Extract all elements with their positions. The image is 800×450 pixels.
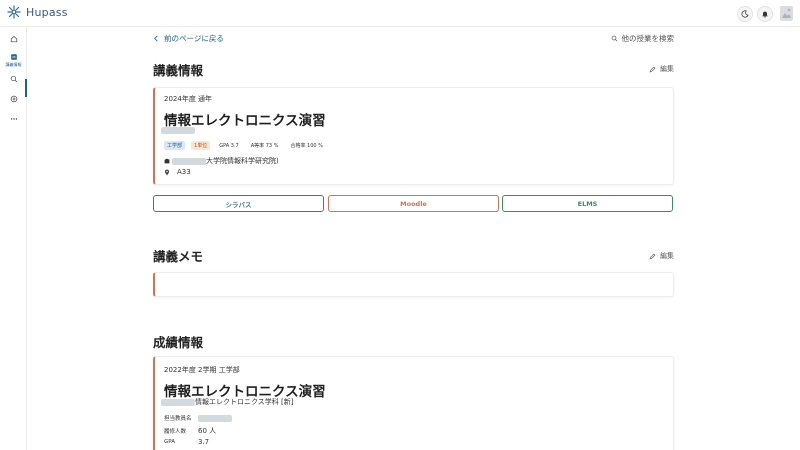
department-row: 大学院情報科学研究院) xyxy=(164,156,279,166)
grades-title: 成績情報 xyxy=(153,335,204,350)
grades-term: 2022年度 2学期 工学部 xyxy=(164,366,240,374)
a-rate-tag: A等率 73 % xyxy=(250,143,279,149)
course-tags: 工学部 1単位 GPA 3.7 A等率 73 % 合格率 100 % xyxy=(164,141,326,150)
app-name: Hupass xyxy=(26,5,68,19)
sidebar: 講義情報 xyxy=(0,28,27,450)
students-value: 60 人 xyxy=(198,427,217,435)
search-icon xyxy=(611,35,617,42)
pencil-icon xyxy=(649,66,656,72)
moon-icon xyxy=(741,10,749,18)
sidebar-item-label: 講義情報 xyxy=(5,62,22,67)
redacted-teacher xyxy=(198,414,232,422)
students-row: 履修人数 60 人 xyxy=(164,426,216,436)
sidebar-item-course-info[interactable]: 講義情報 xyxy=(0,53,27,68)
gpa-row: GPA 3.7 xyxy=(164,438,209,446)
course-name: 情報エレクトロニクス演習 xyxy=(164,113,326,129)
search-link-label: 他の授業を検索 xyxy=(621,34,675,43)
location-pin-icon xyxy=(164,169,170,175)
pass-rate-tag: 合格率 100 % xyxy=(290,143,323,149)
avatar-icon xyxy=(782,8,791,18)
add-circle-icon xyxy=(10,95,17,103)
course-info-icon xyxy=(10,54,17,60)
edit-label: 編集 xyxy=(660,65,674,73)
building-icon xyxy=(164,158,170,164)
back-link-label: 前のページに戻る xyxy=(164,34,224,43)
memo-title: 講義メモ xyxy=(153,249,204,264)
edit-label: 編集 xyxy=(660,252,674,260)
sidebar-item-more[interactable] xyxy=(0,115,27,123)
top-bar: Hupass xyxy=(0,0,800,27)
app-logo[interactable]: Hupass xyxy=(7,5,68,19)
sidebar-item-home[interactable] xyxy=(0,35,27,43)
search-icon xyxy=(10,75,17,83)
redacted-instructor xyxy=(161,127,195,134)
sidebar-item-add[interactable] xyxy=(0,95,27,103)
syllabus-button[interactable]: シラバス xyxy=(153,195,324,212)
sidebar-item-search[interactable] xyxy=(0,75,27,83)
search-other-courses-link[interactable]: 他の授業を検索 xyxy=(611,33,675,44)
room-row: A33 xyxy=(164,168,191,176)
chevron-left-icon xyxy=(154,35,158,42)
course-info-edit-link[interactable]: 編集 xyxy=(649,64,674,74)
grades-card: 2022年度 2学期 工学部 情報エレクトロニクス演習 情報エレクトロニクス学科… xyxy=(153,356,674,450)
memo-edit-link[interactable]: 編集 xyxy=(649,251,674,261)
teacher-label: 担当教員名 xyxy=(164,416,192,422)
moodle-button[interactable]: Moodle xyxy=(328,195,499,212)
students-label: 履修人数 xyxy=(164,429,187,435)
redacted-faculty xyxy=(161,398,195,406)
elms-button[interactable]: ELMS xyxy=(502,195,673,212)
teacher-row: 担当教員名 xyxy=(164,414,232,422)
redacted-department xyxy=(172,157,206,165)
gpa-label: GPA xyxy=(164,439,175,445)
gpa-value: 3.7 xyxy=(198,438,210,446)
room-label: A33 xyxy=(177,168,191,176)
faculty-tag: 工学部 xyxy=(164,141,186,150)
course-info-title: 講義情報 xyxy=(153,63,204,78)
notification-button[interactable] xyxy=(757,6,773,22)
back-link[interactable]: 前のページに戻る xyxy=(153,33,224,44)
course-info-card: 2024年度 通年 情報エレクトロニクス演習 工学部 1単位 GPA 3.7 A… xyxy=(153,87,674,185)
pencil-icon xyxy=(649,253,656,259)
gpa-tag: GPA 3.7 xyxy=(219,142,239,149)
credit-tag: 1単位 xyxy=(191,141,211,150)
bell-icon xyxy=(762,11,768,18)
grades-dept-row: 情報エレクトロニクス学科 [新] xyxy=(161,397,293,407)
more-icon xyxy=(10,118,17,120)
memo-card[interactable] xyxy=(153,272,674,297)
theme-toggle-button[interactable] xyxy=(737,6,753,22)
department-label: 大学院情報科学研究院) xyxy=(206,157,279,165)
logo-star-icon xyxy=(7,5,21,19)
home-icon xyxy=(10,35,17,43)
course-year-term: 2024年度 通年 xyxy=(164,95,213,103)
user-avatar[interactable] xyxy=(780,6,793,21)
grades-sub-dept: 情報エレクトロニクス学科 [新] xyxy=(195,398,294,406)
